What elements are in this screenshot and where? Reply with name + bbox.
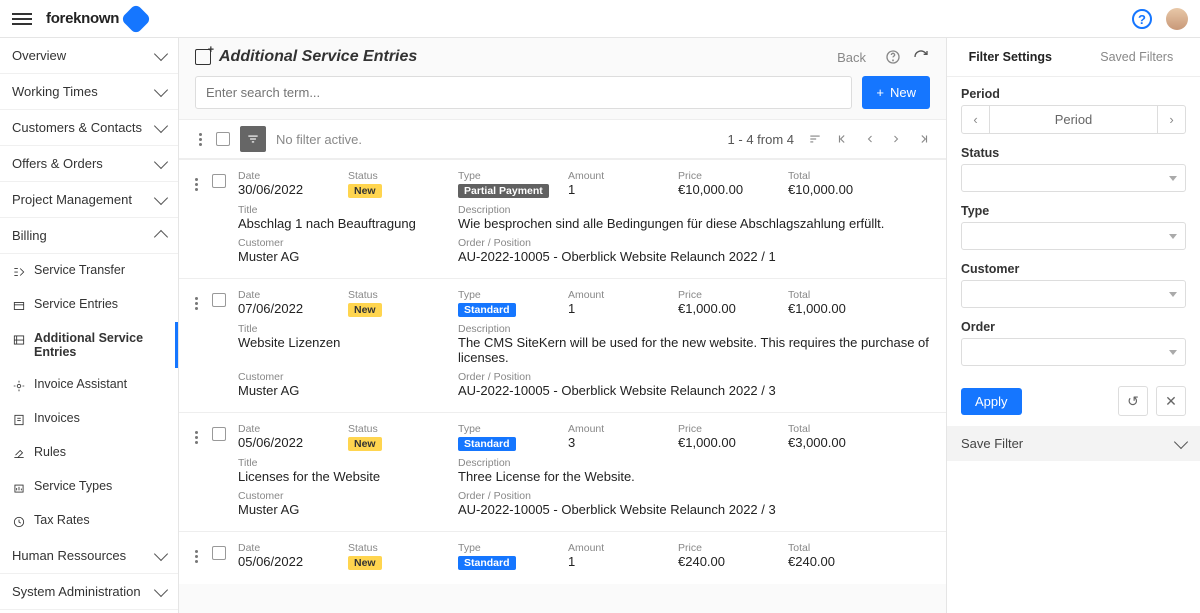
type-badge: Partial Payment — [458, 184, 549, 198]
period-selector[interactable]: ‹ Period › — [961, 105, 1186, 134]
sort-icon[interactable] — [808, 132, 822, 146]
save-filter-toggle[interactable]: Save Filter — [947, 426, 1200, 461]
customer-label: Customer — [961, 262, 1186, 276]
sidebar-item-project-management[interactable]: Project Management — [0, 182, 178, 218]
new-button[interactable]: + New — [862, 76, 930, 109]
period-value: Period — [990, 106, 1157, 133]
type-badge: Standard — [458, 556, 516, 570]
sidebar-item-overview[interactable]: Overview — [0, 38, 178, 74]
service-entries-icon — [195, 49, 211, 65]
entry-row[interactable]: Date05/06/2022StatusNewTypeStandardAmoun… — [179, 531, 946, 584]
nav-icon — [12, 265, 26, 279]
chevron-icon — [154, 119, 168, 133]
chevron-icon — [154, 583, 168, 597]
entry-actions-menu[interactable] — [191, 293, 202, 314]
type-badge: Standard — [458, 303, 516, 317]
brand: foreknown — [46, 8, 147, 30]
status-badge: New — [348, 184, 382, 198]
reset-filter-icon[interactable]: ↺ — [1118, 386, 1148, 416]
filter-panel: Filter Settings Saved Filters Period ‹ P… — [946, 38, 1200, 613]
order-dropdown[interactable] — [961, 338, 1186, 366]
clear-filter-icon[interactable]: ✕ — [1156, 386, 1186, 416]
menu-toggle[interactable] — [12, 13, 32, 25]
sidebar-item-system-administration[interactable]: System Administration — [0, 574, 178, 610]
status-label: Status — [961, 146, 1186, 160]
sidebar-subitem-rules[interactable]: Rules — [0, 436, 178, 470]
sidebar-item-human-ressources[interactable]: Human Ressources — [0, 538, 178, 574]
nav-icon — [12, 379, 26, 393]
tab-filter-settings[interactable]: Filter Settings — [947, 38, 1074, 76]
sidebar-item-working-times[interactable]: Working Times — [0, 74, 178, 110]
main-content: Additional Service Entries Back + New — [179, 38, 946, 613]
type-dropdown[interactable] — [961, 222, 1186, 250]
page-last-icon[interactable] — [916, 132, 930, 146]
sidebar-item-customers-contacts[interactable]: Customers & Contacts — [0, 110, 178, 146]
status-badge: New — [348, 437, 382, 451]
chevron-down-icon — [1174, 435, 1188, 449]
help-context-icon[interactable] — [884, 48, 902, 66]
type-badge: Standard — [458, 437, 516, 451]
sidebar-subitem-invoices[interactable]: Invoices — [0, 402, 178, 436]
nav-icon — [12, 413, 26, 427]
filter-status-label: No filter active. — [276, 132, 362, 147]
back-link[interactable]: Back — [837, 50, 866, 65]
chevron-icon — [154, 47, 168, 61]
bulk-actions-menu[interactable] — [195, 129, 206, 150]
period-next-icon[interactable]: › — [1157, 106, 1185, 133]
entry-actions-menu[interactable] — [191, 174, 202, 195]
select-all-checkbox[interactable] — [216, 132, 230, 146]
sidebar-subitem-invoice-assistant[interactable]: Invoice Assistant — [0, 368, 178, 402]
period-prev-icon[interactable]: ‹ — [962, 106, 990, 133]
page-title: Additional Service Entries — [195, 48, 827, 66]
refresh-icon[interactable] — [912, 48, 930, 66]
entry-actions-menu[interactable] — [191, 427, 202, 448]
sidebar: OverviewWorking TimesCustomers & Contact… — [0, 38, 179, 613]
sidebar-subitem-service-entries[interactable]: Service Entries — [0, 288, 178, 322]
chevron-icon — [154, 230, 168, 244]
filter-toggle-icon[interactable] — [240, 126, 266, 152]
chevron-icon — [154, 191, 168, 205]
status-dropdown[interactable] — [961, 164, 1186, 192]
entry-row[interactable]: Date05/06/2022StatusNewTypeStandardAmoun… — [179, 412, 946, 531]
chevron-icon — [154, 83, 168, 97]
page-next-icon[interactable] — [890, 133, 902, 145]
chevron-icon — [154, 155, 168, 169]
sidebar-subitem-service-transfer[interactable]: Service Transfer — [0, 254, 178, 288]
status-badge: New — [348, 556, 382, 570]
result-range: 1 - 4 from 4 — [728, 132, 794, 147]
entry-checkbox[interactable] — [212, 293, 226, 307]
page-prev-icon[interactable] — [864, 133, 876, 145]
sidebar-subitem-service-types[interactable]: Service Types — [0, 470, 178, 504]
apply-button[interactable]: Apply — [961, 388, 1022, 415]
order-label: Order — [961, 320, 1186, 334]
nav-icon — [12, 299, 26, 313]
nav-icon — [12, 481, 26, 495]
chevron-icon — [154, 547, 168, 561]
brand-logo-icon — [121, 3, 152, 34]
help-icon[interactable]: ? — [1132, 9, 1152, 29]
type-label: Type — [961, 204, 1186, 218]
entry-checkbox[interactable] — [212, 546, 226, 560]
search-input[interactable] — [195, 76, 852, 109]
nav-icon — [12, 333, 26, 347]
period-label: Period — [961, 87, 1186, 101]
page-first-icon[interactable] — [836, 132, 850, 146]
status-badge: New — [348, 303, 382, 317]
tab-saved-filters[interactable]: Saved Filters — [1074, 38, 1200, 76]
customer-dropdown[interactable] — [961, 280, 1186, 308]
nav-icon — [12, 515, 26, 529]
brand-name: foreknown — [46, 10, 119, 27]
nav-icon — [12, 447, 26, 461]
sidebar-subitem-additional-service-entries[interactable]: Additional Service Entries — [0, 322, 178, 368]
entry-row[interactable]: Date30/06/2022StatusNewTypePartial Payme… — [179, 159, 946, 278]
avatar[interactable] — [1166, 8, 1188, 30]
sidebar-item-offers-orders[interactable]: Offers & Orders — [0, 146, 178, 182]
plus-icon: + — [876, 85, 884, 100]
entry-checkbox[interactable] — [212, 427, 226, 441]
entry-row[interactable]: Date07/06/2022StatusNewTypeStandardAmoun… — [179, 278, 946, 412]
sidebar-subitem-tax-rates[interactable]: Tax Rates — [0, 504, 178, 538]
sidebar-item-billing[interactable]: Billing — [0, 218, 178, 254]
entry-checkbox[interactable] — [212, 174, 226, 188]
entry-actions-menu[interactable] — [191, 546, 202, 567]
